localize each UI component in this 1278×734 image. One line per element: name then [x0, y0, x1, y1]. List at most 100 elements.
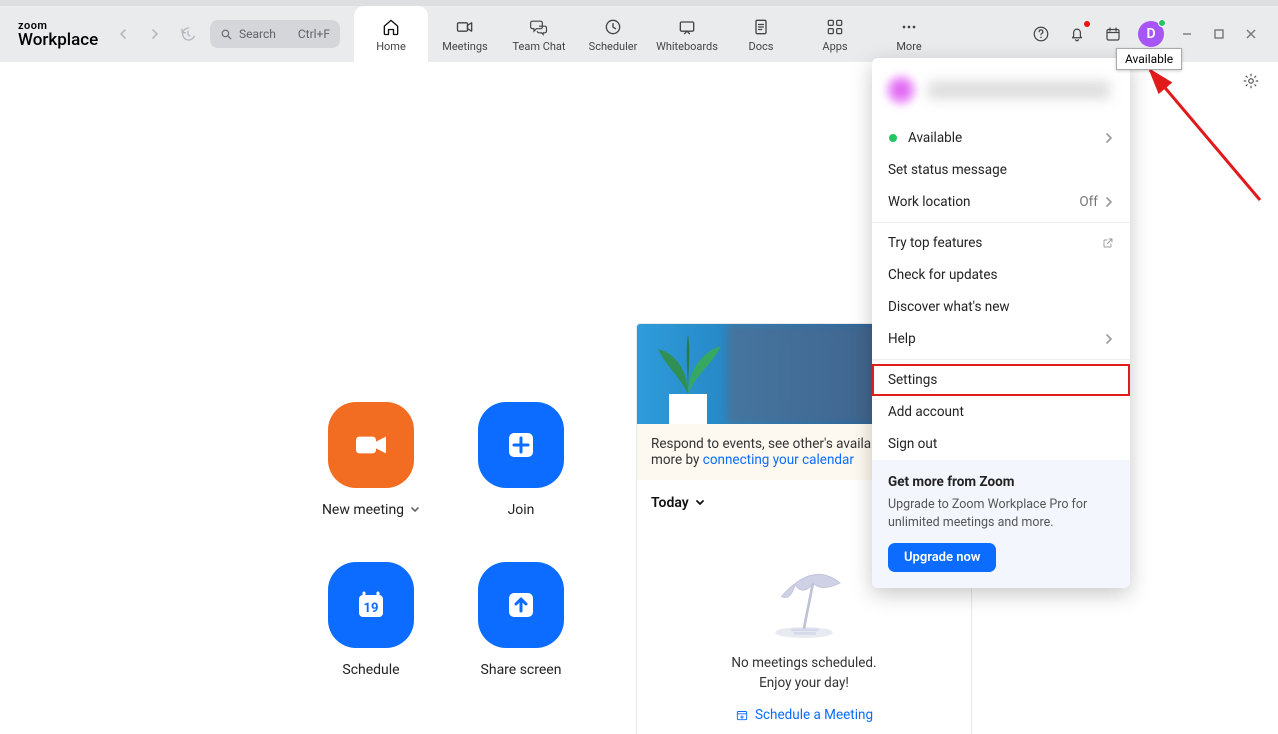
schedule-button[interactable]: 19 Schedule	[296, 562, 446, 722]
schedule-meeting-link[interactable]: Schedule a Meeting	[735, 707, 873, 723]
tab-label: Home	[376, 40, 406, 53]
tile-label: Schedule	[342, 662, 399, 678]
tab-label: Apps	[822, 40, 847, 53]
tile-label: New meeting	[322, 502, 404, 518]
notifications-button[interactable]	[1066, 23, 1088, 45]
window-maximize-button[interactable]	[1210, 25, 1228, 43]
chevron-right-icon	[1104, 334, 1114, 344]
tab-label: Team Chat	[512, 40, 565, 53]
clock-icon	[602, 16, 624, 38]
dropdown-item-try-top-features[interactable]: Try top features	[872, 227, 1130, 259]
chevron-right-icon	[1104, 133, 1114, 143]
avatar-initial: D	[1146, 26, 1155, 42]
dropdown-item-sign-out[interactable]: Sign out	[872, 428, 1130, 460]
presence-indicator-icon	[1158, 19, 1166, 27]
whiteboard-icon	[676, 16, 698, 38]
history-button[interactable]	[180, 26, 196, 42]
tile-label: Share screen	[481, 662, 562, 678]
window-close-button[interactable]	[1242, 25, 1260, 43]
chevron-right-icon	[150, 29, 160, 39]
nav-back-button[interactable]	[116, 27, 130, 41]
chevron-down-icon[interactable]	[695, 498, 705, 508]
apps-icon	[824, 16, 846, 38]
tab-label: Whiteboards	[656, 40, 718, 53]
app-logo: zoom Workplace	[0, 19, 110, 50]
tab-meetings[interactable]: Meetings	[428, 6, 502, 62]
dropdown-item-discover-new[interactable]: Discover what's new	[872, 291, 1130, 323]
help-icon	[1032, 25, 1050, 43]
chevron-left-icon	[118, 29, 128, 39]
tab-docs[interactable]: Docs	[724, 6, 798, 62]
calendar-button[interactable]	[1102, 23, 1124, 45]
tab-whiteboards[interactable]: Whiteboards	[650, 6, 724, 62]
dropdown-item-available[interactable]: Available	[872, 122, 1130, 154]
video-icon	[454, 16, 476, 38]
gear-icon	[1242, 72, 1260, 90]
svg-text:19: 19	[364, 601, 379, 616]
dropdown-profile-header[interactable]	[872, 58, 1130, 122]
help-button[interactable]	[1030, 23, 1052, 45]
minimize-icon	[1181, 28, 1193, 40]
presence-dot-icon	[888, 133, 898, 143]
share-screen-button[interactable]: Share screen	[446, 562, 596, 722]
today-label[interactable]: Today	[651, 495, 689, 511]
tab-label: Meetings	[442, 40, 487, 53]
footer-subtitle: Upgrade to Zoom Workplace Pro for unlimi…	[888, 496, 1114, 531]
notification-dot-icon	[1084, 21, 1090, 27]
tab-label: Docs	[749, 40, 774, 53]
footer-title: Get more from Zoom	[888, 474, 1114, 490]
calendar-day-icon: 19	[328, 562, 414, 648]
action-tiles: New meeting Join 19 Schedule Share scree…	[296, 402, 596, 722]
app-header: zoom Workplace Search Ctrl+F Home Meetin…	[0, 6, 1278, 62]
nav-forward-button[interactable]	[148, 27, 162, 41]
calendar-plus-icon	[735, 708, 749, 722]
chevron-right-icon	[1104, 197, 1114, 207]
tab-label: Scheduler	[589, 40, 638, 53]
plus-icon	[478, 402, 564, 488]
window-minimize-button[interactable]	[1178, 25, 1196, 43]
profile-avatar-blurred	[886, 75, 916, 105]
chevron-down-icon[interactable]	[410, 505, 420, 515]
calendar-icon	[1104, 25, 1122, 43]
profile-dropdown: Available Set status message Work locati…	[872, 58, 1130, 588]
new-meeting-button[interactable]: New meeting	[296, 402, 446, 562]
search-input[interactable]: Search Ctrl+F	[210, 20, 340, 48]
plant-icon	[643, 324, 733, 424]
dropdown-item-add-account[interactable]: Add account	[872, 396, 1130, 428]
close-icon	[1245, 28, 1257, 40]
home-icon	[380, 16, 402, 38]
search-shortcut: Ctrl+F	[298, 27, 330, 41]
dropdown-item-check-updates[interactable]: Check for updates	[872, 259, 1130, 291]
connect-calendar-link[interactable]: connecting your calendar	[703, 452, 854, 468]
tab-more[interactable]: More	[872, 6, 946, 62]
video-camera-icon	[328, 402, 414, 488]
join-button[interactable]: Join	[446, 402, 596, 562]
tab-home[interactable]: Home	[354, 6, 428, 62]
dropdown-upgrade-footer: Get more from Zoom Upgrade to Zoom Workp…	[872, 460, 1130, 588]
empty-line2: Enjoy your day!	[759, 675, 849, 691]
tab-apps[interactable]: Apps	[798, 6, 872, 62]
tile-label: Join	[508, 502, 535, 518]
dropdown-item-set-status[interactable]: Set status message	[872, 154, 1130, 186]
tab-label: More	[896, 40, 921, 53]
profile-avatar[interactable]: D	[1138, 21, 1164, 47]
search-icon	[220, 28, 233, 41]
profile-name-blurred	[928, 81, 1110, 99]
upgrade-now-button[interactable]: Upgrade now	[888, 543, 996, 572]
bell-icon	[1068, 25, 1086, 43]
history-icon	[180, 26, 196, 42]
settings-gear-button[interactable]	[1242, 72, 1260, 90]
umbrella-icon	[759, 556, 849, 646]
share-arrow-icon	[478, 562, 564, 648]
tab-scheduler[interactable]: Scheduler	[576, 6, 650, 62]
dropdown-item-help[interactable]: Help	[872, 323, 1130, 355]
chat-icon	[528, 16, 550, 38]
dropdown-item-work-location[interactable]: Work location Off	[872, 186, 1130, 218]
dropdown-item-settings[interactable]: Settings	[872, 364, 1130, 396]
search-placeholder: Search	[239, 27, 276, 41]
docs-icon	[750, 16, 772, 38]
external-link-icon	[1102, 237, 1114, 249]
more-icon	[898, 16, 920, 38]
empty-line1: No meetings scheduled.	[731, 655, 876, 671]
tab-team-chat[interactable]: Team Chat	[502, 6, 576, 62]
